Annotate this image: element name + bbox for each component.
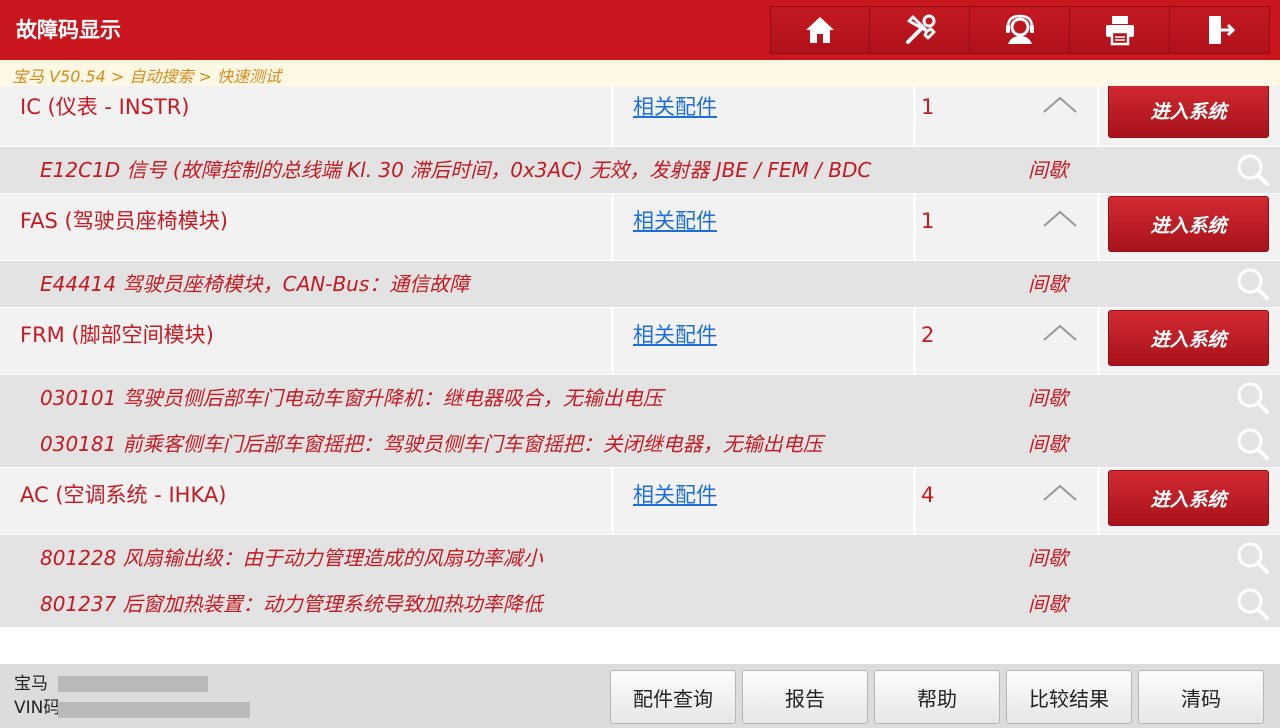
fault-row[interactable]: E44414 驾驶员座椅模块，CAN-Bus：通信故障 间歇 bbox=[0, 261, 1280, 307]
vehicle-make: 宝马 bbox=[14, 674, 48, 694]
enter-system-cell: 进入系统 bbox=[1100, 308, 1280, 374]
collapse-chevron-icon[interactable] bbox=[1042, 482, 1078, 504]
fault-code-text: 030181 前乘客侧车门后部车窗摇把：驾驶员侧车门车窗摇把：关闭继电器，无输出… bbox=[40, 432, 823, 456]
module-link-cell: 相关配件 bbox=[614, 468, 913, 534]
breadcrumb: 宝马 V50.54 > 自动搜索 > 快速测试 bbox=[0, 60, 1280, 86]
collapse-chevron-icon[interactable] bbox=[1042, 322, 1078, 344]
search-icon[interactable] bbox=[1236, 153, 1270, 187]
enter-system-cell: 进入系统 bbox=[1100, 86, 1280, 146]
enter-system-cell: 进入系统 bbox=[1100, 194, 1280, 260]
fault-status: 间歇 bbox=[1028, 272, 1068, 296]
module-count-cell: 2 bbox=[916, 308, 1097, 374]
search-icon[interactable] bbox=[1236, 267, 1270, 301]
module-row: FAS (驾驶员座椅模块) 相关配件 1 进入系统 bbox=[0, 194, 1280, 260]
fault-code-text: E44414 驾驶员座椅模块，CAN-Bus：通信故障 bbox=[40, 272, 470, 296]
module-count-cell: 1 bbox=[916, 194, 1097, 260]
breadcrumb-text: 宝马 V50.54 > 自动搜索 > 快速测试 bbox=[12, 67, 281, 86]
title-bar: 故障码显示 bbox=[0, 0, 1280, 60]
module-link-cell: 相关配件 bbox=[614, 86, 913, 146]
search-icon[interactable] bbox=[1236, 381, 1270, 415]
fault-status: 间歇 bbox=[1028, 158, 1068, 182]
home-icon bbox=[806, 17, 834, 43]
enter-system-button[interactable]: 进入系统 bbox=[1108, 86, 1269, 138]
fault-row[interactable]: 801237 后窗加热装置：动力管理系统导致加热功率降低 间歇 bbox=[0, 581, 1280, 627]
enter-system-cell: 进入系统 bbox=[1100, 468, 1280, 534]
related-parts-link[interactable]: 相关配件 bbox=[633, 468, 717, 522]
report-button[interactable]: 报告 bbox=[742, 670, 868, 724]
search-icon[interactable] bbox=[1236, 587, 1270, 621]
diagnose-button[interactable] bbox=[870, 6, 970, 54]
vehicle-info: 宝马 VIN码 bbox=[14, 672, 60, 720]
fault-code-text: E12C1D 信号 (故障控制的总线端 Kl. 30 滞后时间，0x3AC) 无… bbox=[40, 158, 872, 182]
fault-row[interactable]: 030101 驾驶员侧后部车门电动车窗升降机：继电器吸合，无输出电压 间歇 bbox=[0, 375, 1280, 421]
fault-status: 间歇 bbox=[1028, 592, 1068, 616]
exit-button[interactable] bbox=[1170, 6, 1270, 54]
fault-row[interactable]: 030181 前乘客侧车门后部车窗摇把：驾驶员侧车门车窗摇把：关闭继电器，无输出… bbox=[0, 421, 1280, 467]
fault-count: 4 bbox=[921, 483, 935, 507]
fault-code-text: 030101 驾驶员侧后部车门电动车窗升降机：继电器吸合，无输出电压 bbox=[40, 386, 663, 410]
fault-count: 2 bbox=[921, 323, 935, 347]
fault-count: 1 bbox=[921, 95, 935, 119]
parts-query-button[interactable]: 配件查询 bbox=[610, 670, 736, 724]
search-icon[interactable] bbox=[1236, 427, 1270, 461]
vin-label: VIN码 bbox=[14, 698, 61, 718]
enter-system-button[interactable]: 进入系统 bbox=[1108, 196, 1269, 252]
module-row: IC (仪表 - INSTR) 相关配件 1 进入系统 bbox=[0, 86, 1280, 146]
module-row: AC (空调系统 - IHKA) 相关配件 4 进入系统 bbox=[0, 468, 1280, 534]
fault-code-text: 801237 后窗加热装置：动力管理系统导致加热功率降低 bbox=[40, 592, 543, 616]
module-name: FRM (脚部空间模块) bbox=[20, 323, 214, 347]
help-button[interactable]: 帮助 bbox=[874, 670, 1000, 724]
related-parts-link[interactable]: 相关配件 bbox=[633, 308, 717, 362]
module-row: FRM (脚部空间模块) 相关配件 2 进入系统 bbox=[0, 308, 1280, 374]
vehicle-model-redacted bbox=[58, 676, 208, 692]
related-parts-link[interactable]: 相关配件 bbox=[633, 194, 717, 248]
module-name: AC (空调系统 - IHKA) bbox=[20, 483, 227, 507]
collapse-chevron-icon[interactable] bbox=[1042, 208, 1078, 230]
fault-status: 间歇 bbox=[1028, 432, 1068, 456]
module-count-cell: 4 bbox=[916, 468, 1097, 534]
fault-status: 间歇 bbox=[1028, 546, 1068, 570]
enter-system-button[interactable]: 进入系统 bbox=[1108, 470, 1269, 526]
module-name-cell: IC (仪表 - INSTR) bbox=[0, 86, 611, 146]
fault-count: 1 bbox=[921, 209, 935, 233]
module-name-cell: FRM (脚部空间模块) bbox=[0, 308, 611, 374]
search-icon[interactable] bbox=[1236, 541, 1270, 575]
fault-row[interactable]: E12C1D 信号 (故障控制的总线端 Kl. 30 滞后时间，0x3AC) 无… bbox=[0, 147, 1280, 193]
fault-status: 间歇 bbox=[1028, 386, 1068, 410]
support-button[interactable] bbox=[970, 6, 1070, 54]
toolbar bbox=[770, 6, 1270, 54]
enter-system-button[interactable]: 进入系统 bbox=[1108, 310, 1269, 366]
module-link-cell: 相关配件 bbox=[614, 308, 913, 374]
collapse-chevron-icon[interactable] bbox=[1042, 94, 1078, 116]
module-name: FAS (驾驶员座椅模块) bbox=[20, 209, 228, 233]
home-button[interactable] bbox=[770, 6, 870, 54]
exit-icon bbox=[1208, 16, 1235, 44]
vin-redacted bbox=[58, 702, 250, 718]
fault-code-text: 801228 风扇输出级：由于动力管理造成的风扇功率减小 bbox=[40, 546, 543, 570]
module-count-cell: 1 bbox=[916, 86, 1097, 146]
module-link-cell: 相关配件 bbox=[614, 194, 913, 260]
tools-icon bbox=[905, 14, 935, 44]
module-name-cell: AC (空调系统 - IHKA) bbox=[0, 468, 611, 534]
module-name: IC (仪表 - INSTR) bbox=[20, 95, 190, 119]
headset-icon bbox=[1005, 14, 1034, 44]
related-parts-link[interactable]: 相关配件 bbox=[633, 86, 717, 134]
print-button[interactable] bbox=[1070, 6, 1170, 54]
fault-code-list[interactable]: IC (仪表 - INSTR) 相关配件 1 进入系统 E12C1D 信号 (故障控制的… bbox=[0, 86, 1280, 664]
module-name-cell: FAS (驾驶员座椅模块) bbox=[0, 194, 611, 260]
compare-results-button[interactable]: 比较结果 bbox=[1006, 670, 1132, 724]
fault-row[interactable]: 801228 风扇输出级：由于动力管理造成的风扇功率减小 间歇 bbox=[0, 535, 1280, 581]
footer-bar: 宝马 VIN码 配件查询 报告 帮助 比较结果 清码 bbox=[0, 664, 1280, 728]
printer-icon bbox=[1105, 16, 1134, 46]
page-title: 故障码显示 bbox=[16, 18, 121, 42]
clear-codes-button[interactable]: 清码 bbox=[1138, 670, 1264, 724]
